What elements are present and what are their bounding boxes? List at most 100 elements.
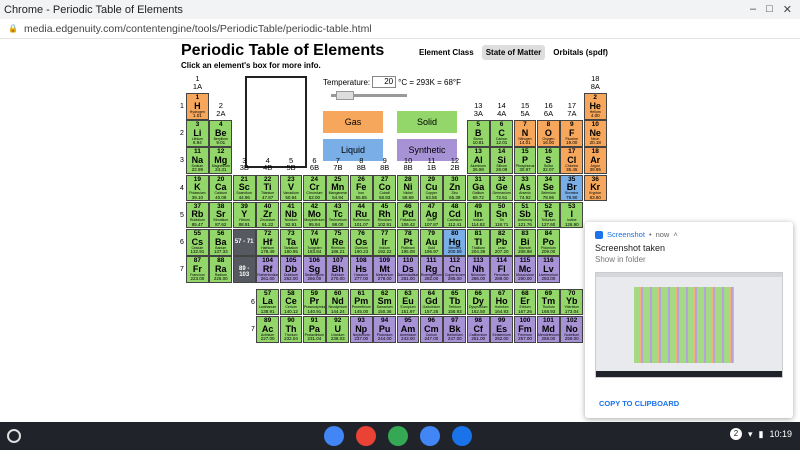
- temperature-slider[interactable]: [331, 91, 407, 100]
- element-b[interactable]: 5 B Boron 10.81: [466, 120, 490, 147]
- element-gd[interactable]: 64 Gd Gadolinium 157.25: [420, 288, 443, 316]
- element-lv[interactable]: 116 Lv Livermorium 293.00: [537, 256, 560, 283]
- slider-thumb[interactable]: [336, 91, 354, 100]
- element-db[interactable]: 105 Db Dubnium 262.00: [279, 256, 303, 283]
- element-k[interactable]: 19 K Potassium 39.10: [186, 174, 209, 202]
- element-nd[interactable]: 60 Nd Neodymium 144.24: [326, 288, 350, 316]
- element-cu[interactable]: 29 Cu Copper 63.55: [420, 174, 443, 202]
- element-ag[interactable]: 47 Ag Silver 107.87: [420, 201, 443, 229]
- element-ds[interactable]: 110 Ds Darmstadtium 281.00: [396, 256, 420, 283]
- element-es[interactable]: 99 Es Einsteinium 252.00: [490, 316, 513, 343]
- element-mc[interactable]: 115 Mc Moscovium 290.00: [513, 256, 537, 283]
- element-th[interactable]: 90 Th Thorium 232.04: [279, 316, 303, 343]
- element-w[interactable]: 74 W Tungsten 183.84: [303, 229, 326, 256]
- element-la[interactable]: 57 La Lanthanum 138.91: [256, 288, 279, 316]
- minimize-icon[interactable]: –: [750, 3, 756, 16]
- element-pr[interactable]: 59 Pr Praseodymium 140.91: [303, 288, 326, 316]
- element-mn[interactable]: 25 Mn Manganese 54.94: [326, 174, 350, 202]
- element-al[interactable]: 13 Al Aluminum 26.98: [466, 147, 490, 174]
- element-cm[interactable]: 96 Cm Curium 247.00: [420, 316, 443, 343]
- element-si[interactable]: 14 Si Silicon 28.09: [490, 147, 513, 174]
- element-cf[interactable]: 98 Cf Californium 251.00: [466, 316, 490, 343]
- element-pd[interactable]: 46 Pd Palladium 106.42: [396, 201, 420, 229]
- close-icon[interactable]: ✕: [783, 3, 792, 16]
- element-bh[interactable]: 107 Bh Bohrium 270.00: [326, 256, 350, 283]
- element-pa[interactable]: 91 Pa Protactinium 231.04: [303, 316, 326, 343]
- element-po[interactable]: 84 Po Polonium 209.00: [537, 229, 560, 256]
- element-ac[interactable]: 89 Ac Actinium 227.00: [256, 316, 279, 343]
- element-pu[interactable]: 94 Pu Plutonium 244.00: [373, 316, 396, 343]
- element-mt[interactable]: 109 Mt Meitnerium 278.00: [373, 256, 396, 283]
- chevron-up-icon[interactable]: ˄: [673, 230, 677, 239]
- element-he[interactable]: 2 He Helium 4.00: [583, 93, 607, 120]
- element-in[interactable]: 49 In Indium 114.82: [466, 201, 490, 229]
- element-nb[interactable]: 41 Nb Niobium 92.91: [279, 201, 303, 229]
- play-store-icon[interactable]: [388, 426, 408, 446]
- tab-orbitals[interactable]: Orbitals (spdf): [549, 45, 612, 60]
- element-dy[interactable]: 66 Dy Dysprosium 162.50: [466, 288, 490, 316]
- series-marker-actinides[interactable]: 89 - 103: [232, 256, 256, 283]
- element-as[interactable]: 33 As Arsenic 74.92: [513, 174, 537, 202]
- element-nh[interactable]: 113 Nh Nihonium 286.00: [466, 256, 490, 283]
- notification-count-badge[interactable]: 2: [729, 428, 742, 440]
- element-ra[interactable]: 88 Ra Radium 226.00: [209, 256, 233, 283]
- element-rf[interactable]: 104 Rf Rutherfordium 261.00: [256, 256, 279, 283]
- element-s[interactable]: 16 S Sulfur 32.07: [537, 147, 560, 174]
- element-sg[interactable]: 106 Sg Seaborgium 266.00: [303, 256, 326, 283]
- element-ho[interactable]: 67 Ho Holmium 164.93: [490, 288, 513, 316]
- element-cr[interactable]: 24 Cr Chromium 52.00: [303, 174, 326, 202]
- element-p[interactable]: 15 P Phosphorus 30.97: [513, 147, 537, 174]
- element-ta[interactable]: 73 Ta Tantalum 180.95: [279, 229, 303, 256]
- element-eu[interactable]: 63 Eu Europium 151.97: [396, 288, 420, 316]
- element-pm[interactable]: 61 Pm Promethium 145.00: [349, 288, 373, 316]
- url-text[interactable]: media.edgenuity.com/contentengine/tools/…: [24, 23, 372, 35]
- series-marker-lanthanides[interactable]: 57 - 71: [232, 229, 256, 256]
- element-sr[interactable]: 38 Sr Strontium 87.62: [209, 201, 233, 229]
- tab-state-of-matter[interactable]: State of Matter: [481, 45, 546, 60]
- element-f[interactable]: 9 F Fluorine 19.00: [560, 120, 584, 147]
- element-sb[interactable]: 51 Sb Antimony 121.76: [513, 201, 537, 229]
- element-u[interactable]: 92 U Uranium 238.03: [326, 316, 350, 343]
- element-ne[interactable]: 10 Ne Neon 20.18: [583, 120, 607, 147]
- element-rh[interactable]: 45 Rh Rhodium 102.91: [373, 201, 396, 229]
- clock[interactable]: 10:19: [769, 429, 792, 439]
- element-be[interactable]: 4 Be Beryllium 9.01: [209, 120, 233, 147]
- element-bi[interactable]: 83 Bi Bismuth 208.98: [513, 229, 537, 256]
- element-ru[interactable]: 44 Ru Ruthenium 101.07: [349, 201, 373, 229]
- element-zn[interactable]: 30 Zn Zinc 65.39: [443, 174, 467, 202]
- element-y[interactable]: 39 Y Yttrium 88.91: [232, 201, 256, 229]
- element-rb[interactable]: 37 Rb Rubidium 85.47: [186, 201, 209, 229]
- copy-to-clipboard-button[interactable]: COPY TO CLIPBOARD: [599, 399, 679, 408]
- element-sm[interactable]: 62 Sm Samarium 150.36: [373, 288, 396, 316]
- element-rg[interactable]: 111 Rg Roentgenium 282.00: [420, 256, 443, 283]
- messages-icon[interactable]: [452, 426, 472, 446]
- element-pb[interactable]: 82 Pb Lead 207.20: [490, 229, 513, 256]
- address-bar[interactable]: 🔒 media.edgenuity.com/contentengine/tool…: [0, 19, 800, 39]
- element-ti[interactable]: 22 Ti Titanium 47.87: [256, 174, 279, 202]
- element-ni[interactable]: 28 Ni Nickel 58.69: [396, 174, 420, 202]
- element-i[interactable]: 53 I Iodine 126.90: [560, 201, 584, 229]
- element-hs[interactable]: 108 Hs Hassium 277.00: [349, 256, 373, 283]
- element-tm[interactable]: 69 Tm Thulium 168.93: [537, 288, 560, 316]
- element-tb[interactable]: 65 Tb Terbium 158.93: [443, 288, 467, 316]
- gmail-icon[interactable]: [356, 426, 376, 446]
- element-cn[interactable]: 112 Cn Copernicium 285.00: [443, 256, 467, 283]
- element-cs[interactable]: 55 Cs Cesium 132.91: [186, 229, 209, 256]
- element-ir[interactable]: 77 Ir Iridium 192.22: [373, 229, 396, 256]
- element-re[interactable]: 75 Re Rhenium 186.21: [326, 229, 350, 256]
- element-ga[interactable]: 31 Ga Gallium 69.72: [466, 174, 490, 202]
- element-pt[interactable]: 78 Pt Platinum 195.08: [396, 229, 420, 256]
- docs-icon[interactable]: [420, 426, 440, 446]
- element-n[interactable]: 7 N Nitrogen 14.01: [513, 120, 537, 147]
- element-co[interactable]: 27 Co Cobalt 58.93: [373, 174, 396, 202]
- element-fr[interactable]: 87 Fr Francium 223.00: [186, 256, 209, 283]
- element-tc[interactable]: 43 Tc Technetium 98.00: [326, 201, 350, 229]
- element-yb[interactable]: 70 Yb Ytterbium 173.04: [560, 288, 584, 316]
- screenshot-thumbnail[interactable]: [595, 272, 783, 378]
- element-hg[interactable]: 80 Hg Mercury 200.59: [443, 229, 467, 256]
- chrome-icon[interactable]: [324, 426, 344, 446]
- element-tl[interactable]: 81 Tl Thallium 204.38: [466, 229, 490, 256]
- element-cl[interactable]: 17 Cl Chlorine 35.45: [560, 147, 584, 174]
- maximize-icon[interactable]: □: [766, 3, 773, 16]
- element-mo[interactable]: 42 Mo Molybdenum 95.94: [303, 201, 326, 229]
